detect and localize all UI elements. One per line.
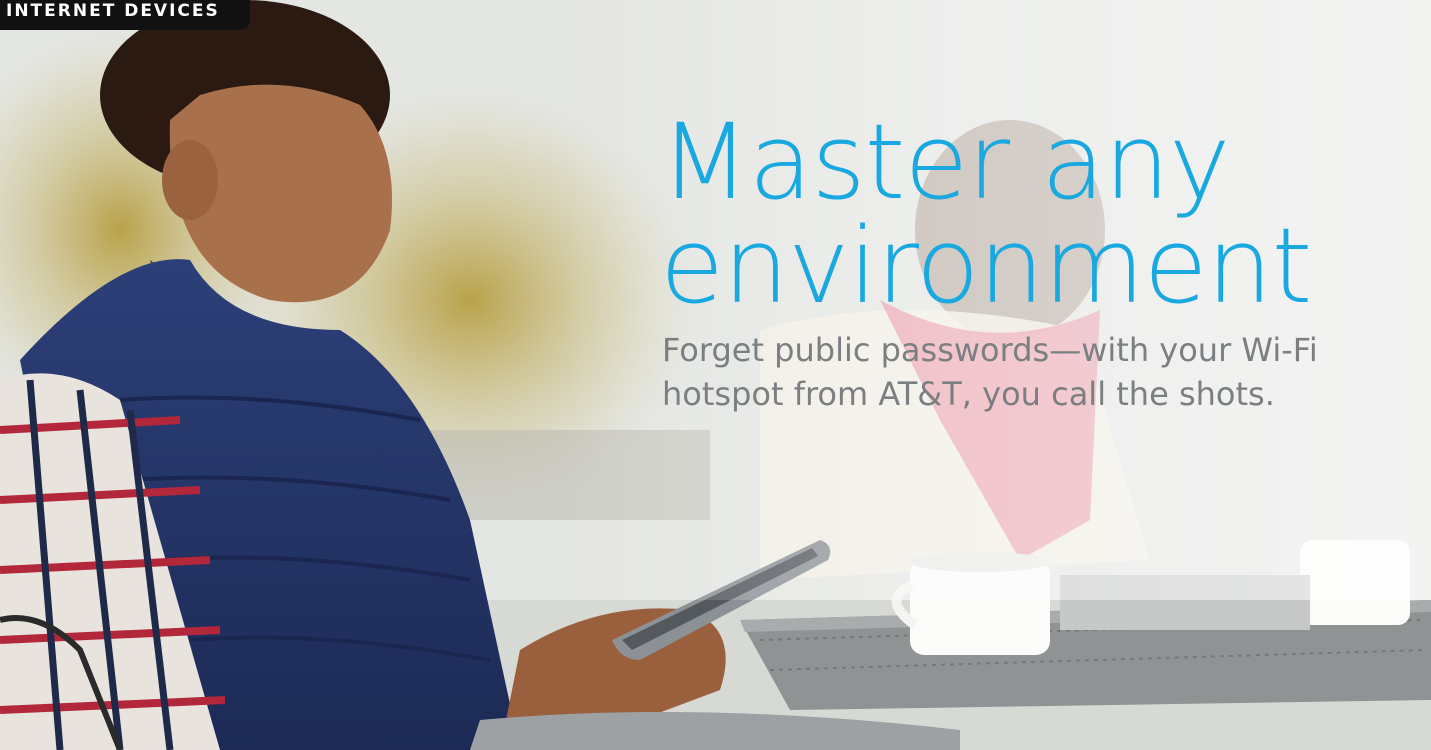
category-tag: INTERNET DEVICES <box>0 0 250 30</box>
hero-headline-line2: environment <box>660 205 1312 327</box>
hero-banner: INTERNET DEVICES Master any environment … <box>0 0 1431 750</box>
hero-headline-line1: Master any <box>660 101 1230 223</box>
hero-copy: Master any environment Forget public pas… <box>660 110 1400 416</box>
hero-headline: Master any environment <box>660 110 1400 318</box>
category-tag-label: INTERNET DEVICES <box>6 1 220 21</box>
hero-subhead: Forget public passwords—with your Wi-Fi … <box>662 331 1318 413</box>
